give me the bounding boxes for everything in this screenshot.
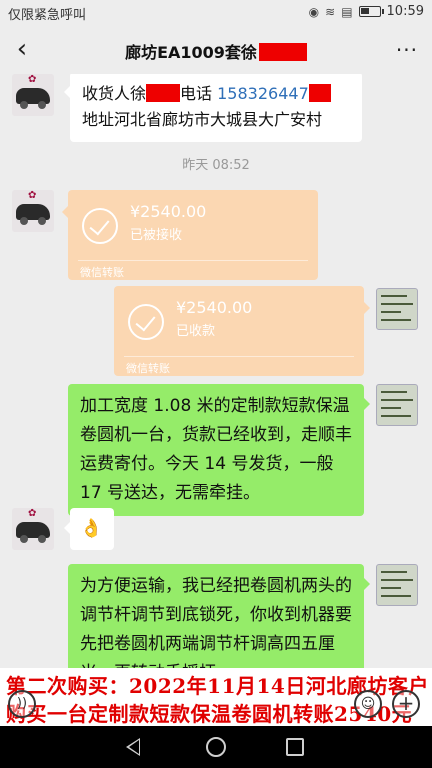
- emoji-bubble[interactable]: 👌: [64, 508, 114, 550]
- clock: 10:59: [386, 4, 424, 19]
- eye-icon: ◉: [308, 4, 320, 19]
- carrier-text: 仅限紧急呼叫: [8, 8, 87, 23]
- caption-line: 购买一台定制款短款保温卷圆机转账2540元: [6, 702, 413, 726]
- wheel-icon: [20, 217, 28, 225]
- plus-icon[interactable]: +: [392, 690, 420, 718]
- transfer-source: 微信转账: [80, 266, 124, 279]
- avatar[interactable]: ✿: [12, 190, 54, 232]
- avatar-line: [381, 391, 407, 393]
- transfer-card[interactable]: ¥2540.00 已收款 微信转账: [114, 286, 370, 376]
- avatar[interactable]: [376, 288, 418, 330]
- status-icons: ◉ ≋ ▤ 10:59: [309, 4, 424, 19]
- avatar[interactable]: ✿: [12, 508, 54, 550]
- message-bubble[interactable]: 加工宽度 1.08 米的定制款短款保温卷圆机一台，货款已经收到，走顺丰运费寄付。…: [68, 384, 370, 516]
- nav-home-icon[interactable]: [206, 737, 226, 757]
- chat-title-text: 廊坊EA1009套徐: [125, 43, 257, 62]
- wheel-icon: [20, 535, 28, 543]
- divider: [124, 356, 354, 357]
- avatar-line: [381, 579, 413, 581]
- transfer-amount: ¥2540.00: [130, 202, 207, 221]
- avatar-text-icon: ✿: [28, 74, 37, 85]
- transfer-amount: ¥2540.00: [176, 298, 253, 317]
- chat-title: 廊坊EA1009套徐: [0, 39, 432, 63]
- emoji-icon[interactable]: ☺: [354, 690, 382, 718]
- redaction-block: [308, 84, 331, 102]
- transfer-status: 已被接收: [130, 228, 183, 243]
- redaction-block: [146, 84, 181, 102]
- wheel-icon: [38, 217, 46, 225]
- status-bar: 仅限紧急呼叫 ◉ ≋ ▤ 10:59: [0, 0, 432, 26]
- battery-icon: [358, 6, 384, 17]
- sim-icon: ▤: [341, 4, 353, 19]
- avatar-text-icon: ✿: [28, 508, 37, 519]
- avatar-line: [381, 571, 407, 573]
- avatar-text-icon: ✿: [28, 190, 37, 201]
- message-bubble[interactable]: 为方便运输，我已经把卷圆机两头的调节杆调节到底锁死，你收到机器要先把卷圆机两端调…: [68, 564, 370, 668]
- chat-area[interactable]: ✿ 收货人徐 电话 158326447 地址河北省廊坊市大城县大广安村 昨天 08…: [0, 74, 432, 668]
- voice-icon[interactable]: )): [8, 690, 36, 718]
- avatar-line: [381, 319, 411, 321]
- wheel-icon: [38, 101, 46, 109]
- timestamp: 昨天 08:52: [182, 158, 250, 173]
- chat-header: ‹ 廊坊EA1009套徐 ···: [0, 26, 432, 74]
- wheel-icon: [20, 101, 28, 109]
- nav-recent-icon[interactable]: [286, 738, 304, 756]
- message-text: 收货人徐: [82, 84, 147, 103]
- more-icon[interactable]: ···: [396, 38, 418, 62]
- battery-level: [360, 8, 369, 14]
- system-navigation-bar: [0, 726, 432, 768]
- message-line: 收货人徐 电话 158326447: [82, 81, 350, 107]
- avatar[interactable]: [376, 564, 418, 606]
- message-bubble[interactable]: 收货人徐 电话 158326447 地址河北省廊坊市大城县大广安村: [64, 74, 362, 142]
- avatar-line: [381, 595, 411, 597]
- wifi-icon: ≋: [325, 4, 336, 19]
- wheel-icon: [38, 535, 46, 543]
- message-text: 地址河北省廊坊市大城县大广安村: [82, 110, 323, 129]
- avatar-line: [381, 407, 401, 409]
- transfer-status: 已收款: [176, 324, 216, 339]
- avatar-line: [381, 303, 413, 305]
- nav-back-icon-inner: [129, 740, 139, 754]
- transfer-card[interactable]: ¥2540.00 已被接收 微信转账: [62, 190, 318, 280]
- message-text: 电话: [180, 84, 213, 103]
- avatar-line: [381, 399, 413, 401]
- check-circle-icon: [82, 208, 118, 244]
- divider: [78, 260, 308, 261]
- avatar-line: [381, 311, 401, 313]
- avatar-line: [381, 415, 411, 417]
- avatar[interactable]: [376, 384, 418, 426]
- redaction-block: [258, 43, 307, 61]
- avatar-line: [381, 587, 401, 589]
- transfer-source: 微信转账: [126, 362, 170, 375]
- avatar-line: [381, 295, 407, 297]
- check-circle-icon: [128, 304, 164, 340]
- phone-link[interactable]: 158326447: [217, 84, 309, 103]
- avatar[interactable]: ✿: [12, 74, 54, 116]
